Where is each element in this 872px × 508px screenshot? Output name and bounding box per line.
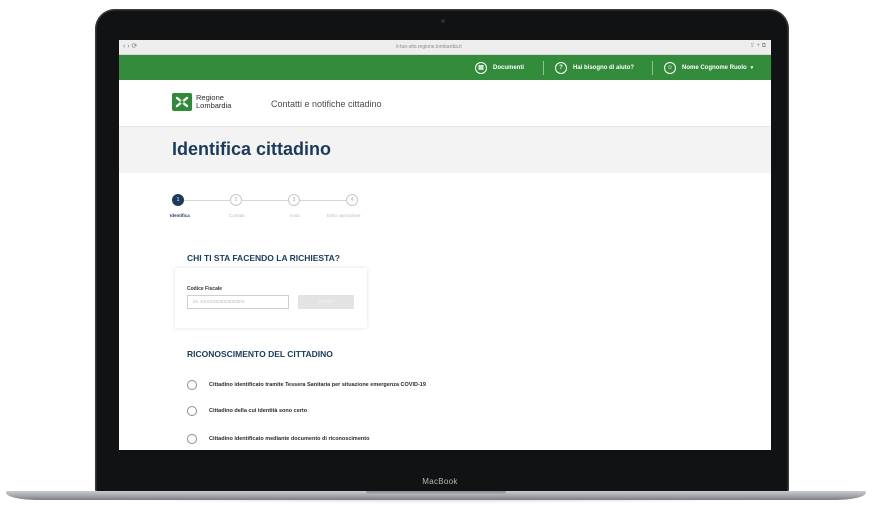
page-title-band: Identifica cittadino [119, 127, 771, 173]
step-1-label: Identifica [170, 213, 190, 218]
step-4-label: Esito operazione [327, 213, 361, 218]
radio-option-certo[interactable]: Cittadino della cui identità sono certo [187, 406, 307, 416]
address-bar[interactable]: il-tuo-sito.regione.lombardia.it [319, 43, 539, 51]
top-navigation-bar: ▤ Documenti ? Hai bisogno di aiuto? ☺ No… [119, 55, 771, 80]
device-brand-label: MacBook [422, 477, 458, 486]
step-2-indicator: 2 [230, 194, 242, 206]
radio-button[interactable] [187, 434, 197, 444]
step-connector [184, 200, 230, 201]
laptop-opening-notch [366, 491, 506, 495]
help-label: Hai bisogno di aiuto? [573, 64, 634, 71]
search-button[interactable]: CERCA [298, 295, 354, 309]
service-title[interactable]: Contatti e notifiche cittadino [271, 99, 382, 109]
help-link[interactable]: ? Hai bisogno di aiuto? [555, 55, 634, 80]
riconoscimento-section-title: RICONOSCIMENTO DEL CITTADINO [187, 349, 333, 359]
user-icon: ☺ [664, 61, 676, 74]
site-header: Regione Lombardia Contatti e notifiche c… [119, 80, 771, 127]
user-label: Nome Cognome Ruolo [682, 64, 747, 71]
browser-nav-buttons[interactable]: ‹ › ⟳ [123, 42, 137, 50]
radio-button[interactable] [187, 380, 197, 390]
step-3-indicator: 3 [288, 194, 300, 206]
browser-bar: ‹ › ⟳ il-tuo-sito.regione.lombardia.it ⇪… [119, 40, 771, 55]
documents-link[interactable]: ▤ Documenti [475, 55, 524, 80]
radio-option-covid[interactable]: Cittadino identificato tramite Tessera S… [187, 380, 426, 390]
radio-label: Cittadino della cui identità sono certo [209, 408, 308, 414]
codice-fiscale-label: Codice Fiscale [187, 286, 223, 292]
radio-option-documento[interactable]: Cittadino identificato mediante document… [187, 434, 369, 444]
screen: ‹ › ⟳ il-tuo-sito.regione.lombardia.it ⇪… [119, 40, 771, 450]
user-menu[interactable]: ☺ Nome Cognome Ruolo ▾ [664, 55, 753, 80]
step-connector [242, 200, 288, 201]
chevron-down-icon: ▾ [750, 64, 754, 71]
step-1-indicator: 1 [172, 194, 184, 206]
documents-label: Documenti [493, 64, 525, 71]
codice-fiscale-card: Codice Fiscale es. XXXXXX00X00X000X CERC… [175, 268, 367, 328]
step-3-label: Invia [290, 213, 300, 218]
progress-stepper: 1 2 3 4 Identifica Contatti Invia Esito … [170, 194, 432, 224]
regione-lombardia-logo[interactable]: Regione Lombardia [172, 93, 231, 111]
step-2-label: Contatti [229, 213, 245, 218]
documents-icon: ▤ [475, 61, 487, 74]
step-connector [300, 200, 346, 201]
logo-mark-icon [172, 93, 192, 111]
logo-text-line2: Lombardia [196, 101, 232, 110]
step-4-indicator: 4 [346, 194, 358, 206]
radio-button[interactable] [187, 406, 197, 416]
page-title: Identifica cittadino [172, 139, 332, 159]
browser-tools[interactable]: ⇪ + ⧉ [750, 42, 766, 50]
divider [543, 61, 544, 75]
codice-fiscale-input[interactable]: es. XXXXXX00X00X000X [187, 295, 289, 309]
divider [652, 61, 653, 75]
camera [441, 19, 445, 23]
radio-label: Cittadino identificato tramite Tessera S… [209, 382, 426, 388]
help-icon: ? [555, 61, 567, 74]
richiesta-section-title: CHI TI STA FACENDO LA RICHIESTA? [187, 253, 340, 263]
radio-label: Cittadino identificato mediante document… [209, 436, 370, 442]
